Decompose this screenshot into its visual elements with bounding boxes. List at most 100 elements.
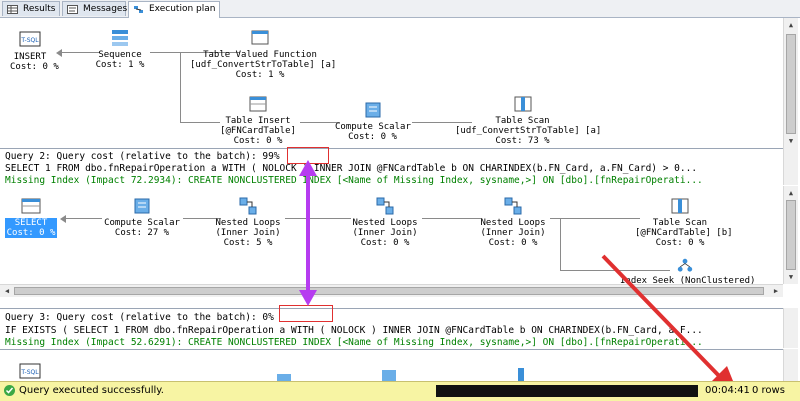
tsql-icon: T-SQL: [19, 363, 41, 379]
node-name: SELECT: [5, 218, 57, 228]
plan-node-nested-loops-2[interactable]: Nested Loops (Inner Join) Cost: 0 %: [350, 196, 420, 248]
plan-node-nested-loops-1[interactable]: Nested Loops (Inner Join) Cost: 5 %: [213, 196, 283, 248]
tab-execution-plan[interactable]: Execution plan: [128, 1, 220, 18]
plan-node-table-valued-function[interactable]: Table Valued Function [udf_ConvertStrToT…: [190, 28, 337, 80]
compute-scalar-icon: [365, 102, 380, 118]
query-2-sql: SELECT 1 FROM dbo.fnRepairOperation a WI…: [5, 163, 698, 174]
plan-connector: [560, 218, 561, 270]
annotation-red-arrow: [601, 254, 739, 396]
scroll-up-icon[interactable]: ▲: [785, 19, 797, 31]
plan-pane-2-scrollbar[interactable]: ▲ ▼: [783, 186, 798, 284]
success-check-icon: [4, 385, 15, 396]
query-2-cost-line: Query 2: Query cost (relative to the bat…: [5, 151, 280, 162]
connector-arrow: [56, 49, 62, 57]
annotation-double-arrow: [299, 160, 317, 306]
plan-node-tsql[interactable]: T-SQL: [10, 362, 50, 382]
partial-operator-icon: [518, 368, 524, 382]
messages-icon: [67, 5, 78, 14]
select-icon: [21, 198, 41, 214]
nested-loops-icon: [239, 197, 257, 215]
node-name: Nested Loops: [352, 218, 418, 228]
tab-label: Results: [23, 4, 56, 14]
scroll-up-icon[interactable]: ▲: [785, 187, 797, 199]
tab-label: Messages: [83, 4, 128, 14]
node-subtitle: (Inner Join): [215, 228, 281, 238]
elapsed-time: 00:04:41: [705, 385, 750, 396]
status-message: Query executed successfully.: [19, 385, 164, 396]
connector-arrow: [60, 215, 66, 223]
node-cost: Cost: 27 %: [114, 228, 170, 238]
results-tab-bar: Results Messages Execution plan: [0, 0, 800, 18]
plan-node-table-insert[interactable]: Table Insert [@FNCardTable] Cost: 0 %: [218, 94, 298, 146]
svg-text:T-SQL: T-SQL: [20, 37, 39, 44]
node-cost: Cost: 0 %: [655, 238, 705, 248]
plan-connector: [300, 122, 340, 123]
table-scan-icon: [671, 198, 689, 214]
plan-node-nested-loops-3[interactable]: Nested Loops (Inner Join) Cost: 0 %: [478, 196, 548, 248]
plan-pane-1-scrollbar[interactable]: ▲ ▼: [783, 18, 798, 148]
node-cost: Cost: 0 %: [488, 238, 538, 248]
tsql-icon: T-SQL: [19, 31, 41, 47]
grid-icon: [7, 5, 18, 14]
node-cost: Cost: 0 %: [5, 228, 57, 238]
sequence-icon: [112, 30, 128, 46]
node-name: INSERT: [13, 52, 47, 62]
node-subtitle: (Inner Join): [480, 228, 546, 238]
node-name: Sequence: [98, 50, 142, 60]
plan-node-compute-scalar[interactable]: Compute Scalar Cost: 27 %: [103, 196, 181, 238]
node-name: Table Scan: [495, 116, 550, 126]
plan-node-insert[interactable]: T-SQL INSERT Cost: 0 %: [10, 30, 59, 72]
table-scan-icon: [514, 96, 531, 112]
plan-connector: [150, 52, 180, 53]
plan-connector: [180, 122, 220, 123]
node-name: Nested Loops: [215, 218, 281, 228]
node-cost: Cost: 1 %: [235, 70, 285, 80]
node-cost: Cost: 0 %: [360, 238, 410, 248]
plan-node-table-scan[interactable]: Table Scan [udf_ConvertStrToTable] [a] C…: [455, 94, 602, 146]
plan-node-sequence[interactable]: Sequence Cost: 1 %: [95, 28, 145, 70]
query-2-header-scrollbar[interactable]: [783, 148, 798, 185]
node-subtitle: [@FNCardTable] [b]: [635, 228, 733, 238]
plan-node-table-scan[interactable]: Table Scan [@FNCardTable] [b] Cost: 0 %: [635, 196, 733, 248]
table-insert-icon: [249, 96, 267, 112]
query-3-cost-line: Query 3: Query cost (relative to the bat…: [5, 312, 274, 323]
plan-pane-query-1[interactable]: T-SQL INSERT Cost: 0 % Sequence Cost: 1 …: [0, 18, 783, 148]
node-name: Table Scan: [652, 218, 708, 228]
plan-connector: [180, 52, 181, 122]
tab-results[interactable]: Results: [2, 1, 60, 16]
nested-loops-icon: [376, 197, 394, 215]
plan-connector: [62, 218, 102, 219]
scroll-thumb[interactable]: [786, 200, 796, 270]
tab-messages[interactable]: Messages: [62, 1, 128, 16]
plan-connector: [550, 218, 640, 219]
query-2-missing-index[interactable]: Missing Index (Impact 72.2934): CREATE N…: [5, 175, 703, 186]
query-2-header: Query 2: Query cost (relative to the bat…: [0, 148, 783, 186]
scroll-down-icon[interactable]: ▼: [785, 135, 797, 147]
node-subtitle: [udf_ConvertStrToTable] [a]: [455, 126, 602, 136]
svg-text:T-SQL: T-SQL: [20, 369, 39, 376]
plan-node-select[interactable]: SELECT Cost: 0 %: [5, 196, 57, 238]
status-bar: Query executed successfully. 00:04:41 0 …: [0, 381, 800, 401]
plan-pane-3-scrollbar[interactable]: [783, 349, 798, 381]
node-subtitle: [udf_ConvertStrToTable] [a]: [190, 60, 337, 70]
node-subtitle: [@FNCardTable]: [220, 126, 296, 136]
scroll-right-icon[interactable]: ▶: [770, 285, 782, 297]
plan-node-compute-scalar[interactable]: Compute Scalar Cost: 0 %: [335, 100, 411, 142]
node-cost: Cost: 5 %: [223, 238, 273, 248]
compute-scalar-icon: [134, 198, 150, 214]
query-3-header-scrollbar[interactable]: [783, 308, 798, 348]
node-cost: Cost: 1 %: [95, 60, 145, 70]
scroll-left-icon[interactable]: ◀: [1, 285, 13, 297]
execution-plan-icon: [134, 6, 143, 13]
node-name: Compute Scalar: [104, 218, 180, 228]
node-cost: Cost: 73 %: [495, 136, 550, 146]
node-cost: Cost: 0 %: [233, 136, 283, 146]
scroll-down-icon[interactable]: ▼: [785, 271, 797, 283]
node-cost: Cost: 0 %: [348, 132, 397, 142]
redacted-connection-info: [436, 385, 698, 397]
node-name: Table Valued Function: [203, 50, 317, 60]
node-name: Compute Scalar: [335, 122, 411, 132]
row-count: 0 rows: [752, 385, 785, 396]
node-subtitle: (Inner Join): [352, 228, 418, 238]
scroll-thumb[interactable]: [786, 34, 796, 134]
